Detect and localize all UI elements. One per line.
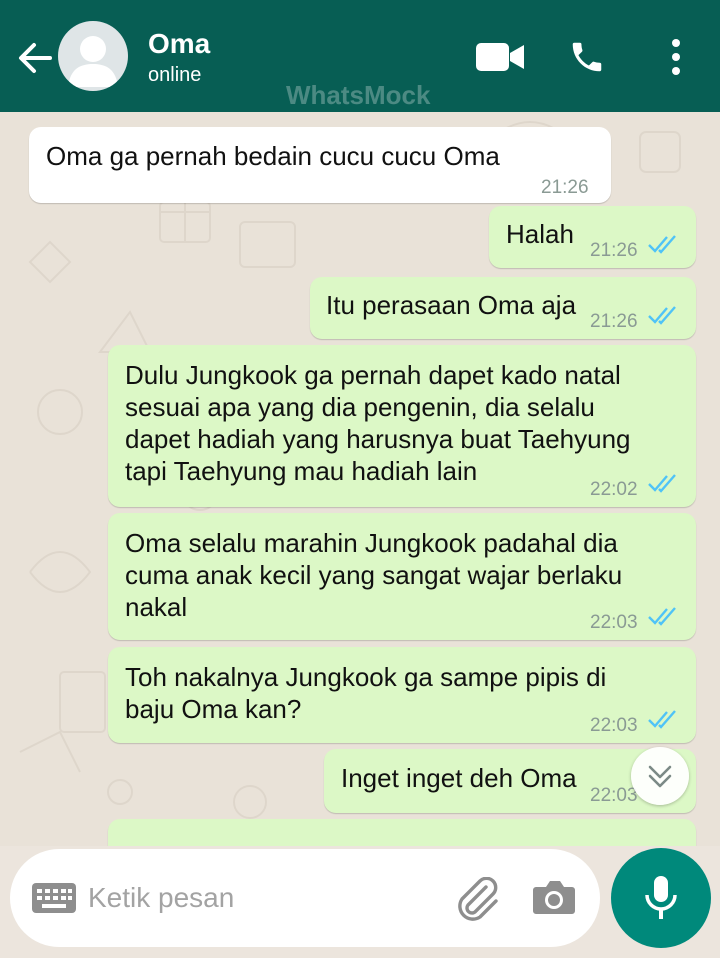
attach-icon[interactable] [454, 877, 500, 921]
chat-header: Oma online WhatsMock [0, 0, 720, 112]
voice-call-icon[interactable] [568, 38, 606, 76]
contact-status: online [148, 64, 202, 86]
read-ticks-icon [648, 306, 676, 325]
mic-icon [645, 876, 677, 919]
video-call-icon[interactable] [476, 40, 524, 74]
message-text: Inget inget deh Oma [341, 763, 577, 793]
read-ticks-icon [648, 710, 676, 729]
message-time: 21:26 [590, 240, 638, 261]
message-bubble[interactable]: Oma ga pernah bedain cucu cucu Oma 21:26 [29, 127, 611, 203]
read-ticks-icon [648, 235, 676, 254]
back-arrow-icon[interactable] [14, 38, 54, 78]
message-input[interactable]: Ketik pesan [88, 882, 234, 914]
message-text: Oma selalu marahin Jungkook padahal dia … [125, 528, 623, 622]
voice-record-button[interactable] [611, 848, 711, 948]
message-bubble-partial[interactable] [108, 819, 696, 846]
message-bubble[interactable]: Halah 21:26 [489, 206, 696, 268]
read-ticks-icon [648, 607, 676, 626]
message-text: Oma ga pernah bedain cucu cucu Oma [46, 141, 500, 171]
scroll-to-bottom-button[interactable] [631, 747, 689, 805]
message-time: 21:26 [541, 177, 589, 198]
avatar[interactable] [58, 21, 128, 91]
watermark: WhatsMock [286, 80, 431, 110]
message-input-bar[interactable]: Ketik pesan [10, 849, 600, 947]
message-text: Toh nakalnya Jungkook ga sampe pipis di … [125, 662, 607, 724]
message-time: 22:03 [590, 612, 638, 633]
double-chevron-down-icon [648, 765, 672, 788]
message-time: 21:26 [590, 311, 638, 332]
message-text: Halah [506, 219, 574, 249]
read-ticks-icon [648, 474, 676, 493]
message-bubble[interactable]: Dulu Jungkook ga pernah dapet kado natal… [108, 345, 696, 507]
message-bubble[interactable]: Toh nakalnya Jungkook ga sampe pipis di … [108, 647, 696, 743]
camera-icon[interactable] [532, 879, 576, 915]
message-time: 22:03 [590, 715, 638, 736]
message-bubble[interactable]: Oma selalu marahin Jungkook padahal dia … [108, 513, 696, 640]
message-text: Itu perasaan Oma aja [326, 290, 577, 320]
chat-area[interactable]: Oma ga pernah bedain cucu cucu Oma 21:26… [0, 112, 720, 846]
contact-name[interactable]: Oma [148, 28, 210, 60]
keyboard-icon[interactable] [32, 883, 76, 913]
message-bubble[interactable]: Itu perasaan Oma aja 21:26 [310, 277, 696, 339]
more-options-icon[interactable] [664, 38, 688, 76]
message-time: 22:02 [590, 479, 638, 500]
message-text: Dulu Jungkook ga pernah dapet kado natal… [125, 360, 631, 486]
